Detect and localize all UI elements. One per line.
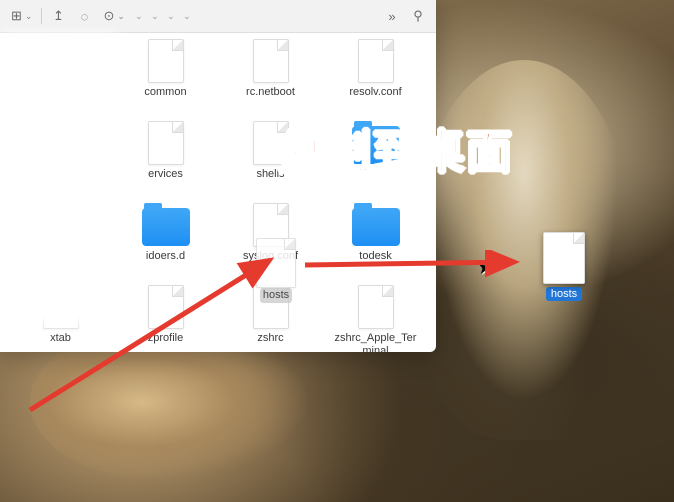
file-label: zprofile bbox=[145, 331, 186, 346]
file-item[interactable]: zshrc_Apple_Terminal bbox=[323, 283, 428, 352]
desktop-file-hosts[interactable]: hosts bbox=[536, 232, 592, 301]
action-button[interactable]: ⊙ bbox=[98, 5, 129, 27]
search-button[interactable]: ⚲ bbox=[406, 5, 430, 27]
file-item[interactable]: ervices bbox=[113, 119, 218, 197]
dragging-file-label: hosts bbox=[260, 288, 292, 303]
file-item[interactable]: common bbox=[113, 37, 218, 115]
share-button[interactable]: ↥ bbox=[46, 5, 70, 27]
file-icon bbox=[140, 285, 192, 329]
file-label: common bbox=[141, 85, 189, 100]
file-label: zshrc bbox=[254, 331, 286, 346]
more-icon: » bbox=[388, 9, 395, 24]
view-mode-button[interactable]: ⊞ bbox=[6, 5, 37, 27]
dropdown-2[interactable]: ⌄ bbox=[148, 11, 162, 22]
share-icon: ↥ bbox=[53, 8, 64, 24]
file-item[interactable]: idoers.d bbox=[113, 201, 218, 279]
file-label: xtab bbox=[47, 331, 74, 346]
file-item[interactable]: rc.netboot bbox=[218, 37, 323, 115]
file-icon bbox=[245, 39, 297, 83]
file-label: rc.netboot bbox=[243, 85, 298, 100]
file-item[interactable]: todesk bbox=[323, 201, 428, 279]
annotation-text: 复制到桌面 bbox=[278, 116, 513, 182]
toolbar-separator bbox=[41, 8, 42, 24]
folder-icon bbox=[140, 203, 192, 247]
tag-icon: ◌ bbox=[81, 9, 89, 24]
dragging-file-ghost[interactable]: hosts bbox=[246, 238, 306, 310]
file-label: ervices bbox=[145, 167, 186, 182]
desktop-file-label: hosts bbox=[546, 287, 582, 301]
finder-toolbar: ⊞ ↥ ◌ ⊙ ⌄ ⌄ ⌄ ⌄ » ⚲ bbox=[0, 0, 436, 33]
overflow-button[interactable]: » bbox=[380, 5, 404, 27]
file-item[interactable]: zprofile bbox=[113, 283, 218, 352]
dropdown-4[interactable]: ⌄ bbox=[180, 11, 194, 22]
file-icon bbox=[256, 238, 296, 288]
file-icon bbox=[140, 121, 192, 165]
file-label: resolv.conf bbox=[346, 85, 404, 100]
file-label: idoers.d bbox=[143, 249, 188, 264]
file-item[interactable]: resolv.conf bbox=[323, 37, 428, 115]
grid-icon: ⊞ bbox=[11, 8, 22, 24]
file-label: todesk bbox=[356, 249, 394, 264]
file-icon bbox=[140, 39, 192, 83]
action-icon: ⊙ bbox=[103, 8, 114, 24]
tags-button[interactable]: ◌ bbox=[72, 5, 96, 27]
file-icon bbox=[350, 285, 402, 329]
file-label: zshrc_Apple_Terminal bbox=[329, 331, 423, 352]
dropdown-3[interactable]: ⌄ bbox=[164, 11, 178, 22]
file-icon bbox=[543, 232, 585, 284]
search-icon: ⚲ bbox=[413, 8, 423, 24]
file-icon bbox=[350, 39, 402, 83]
dropdown-1[interactable]: ⌄ bbox=[132, 11, 146, 22]
blurred-sidebar bbox=[0, 34, 118, 324]
folder-icon bbox=[350, 203, 402, 247]
